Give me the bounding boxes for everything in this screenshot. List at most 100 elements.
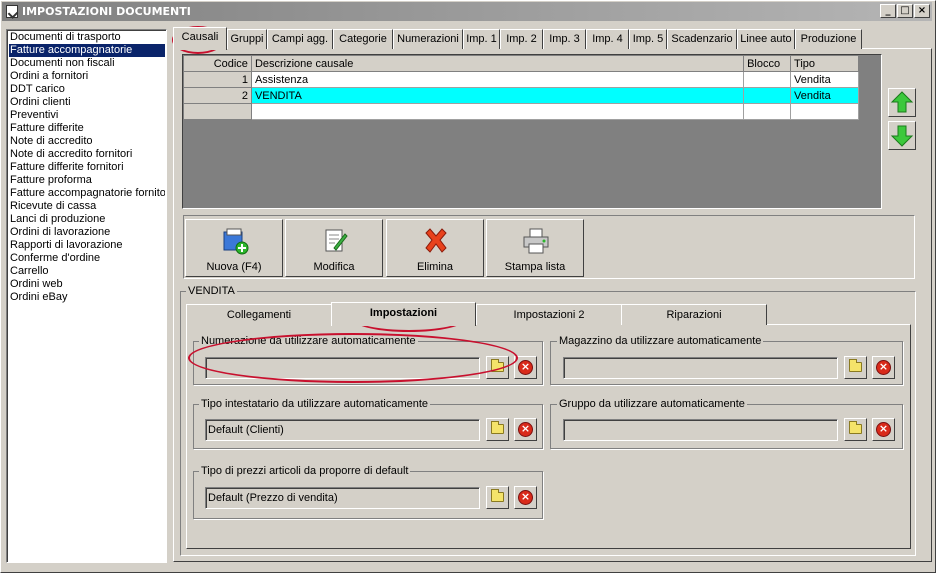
list-item[interactable]: Carrello (9, 265, 165, 278)
subtab-impostazioni-2[interactable]: Impostazioni 2 (476, 304, 622, 325)
tab-produzione[interactable]: Produzione (795, 29, 862, 49)
magazzino-browse-button[interactable] (844, 356, 867, 379)
row-descrizione[interactable]: VENDITA (250, 87, 745, 104)
folder-icon (491, 359, 504, 372)
empty-cell[interactable] (250, 103, 745, 120)
list-item[interactable]: Documenti non fiscali (9, 57, 165, 70)
row-blocco[interactable] (743, 87, 792, 104)
numerazione-field[interactable] (205, 357, 480, 379)
table-row-new[interactable] (183, 103, 859, 120)
list-item[interactable]: Note di accredito fornitori (9, 148, 165, 161)
edit-button[interactable]: Modifica (285, 219, 383, 277)
list-item[interactable]: Ricevute di cassa (9, 200, 165, 213)
gruppo-clear-button[interactable]: × (872, 418, 895, 441)
list-item[interactable]: Ordini eBay (9, 291, 165, 304)
print-list-button[interactable]: Stampa lista (486, 219, 584, 277)
list-item[interactable]: Ordini di lavorazione (9, 226, 165, 239)
numerazione-clear-button[interactable]: × (514, 356, 537, 379)
tipo-prezzi-clear-button[interactable]: × (514, 486, 537, 509)
list-item[interactable]: Ordini clienti (9, 96, 165, 109)
magazzino-field[interactable] (563, 357, 838, 379)
move-up-button[interactable] (888, 88, 916, 117)
row-indicator (183, 103, 252, 120)
subtab-impostazioni[interactable]: Impostazioni (331, 302, 476, 326)
gruppo-field[interactable] (563, 419, 838, 441)
delete-button-label: Elimina (416, 261, 454, 273)
row-blocco[interactable] (743, 71, 792, 88)
numerazione-browse-button[interactable] (486, 356, 509, 379)
tab-imp-3[interactable]: Imp. 3 (543, 29, 586, 49)
list-item[interactable]: Fatture accompagnatorie fornitori (9, 187, 165, 200)
arrow-down-icon (890, 125, 914, 147)
row-tipo[interactable]: Vendita (790, 71, 859, 88)
tab-scadenzario[interactable]: Scadenzario (667, 29, 737, 49)
magazzino-label: Magazzino da utilizzare automaticamente (557, 335, 764, 347)
tab-imp-5[interactable]: Imp. 5 (629, 29, 667, 49)
title-bar[interactable]: IMPOSTAZIONI DOCUMENTI (2, 2, 932, 21)
col-header-tipo[interactable]: Tipo (790, 55, 859, 72)
app-icon (6, 5, 18, 18)
list-item[interactable]: Conferme d'ordine (9, 252, 165, 265)
delete-button[interactable]: Elimina (386, 219, 484, 277)
col-header-codice[interactable]: Codice (183, 55, 252, 72)
print-list-button-label: Stampa lista (504, 261, 566, 273)
subtab-riparazioni[interactable]: Riparazioni (621, 304, 767, 325)
detail-group-title: VENDITA (186, 285, 237, 297)
list-item[interactable]: DDT carico (9, 83, 165, 96)
empty-cell[interactable] (743, 103, 792, 120)
row-tipo[interactable]: Vendita (790, 87, 859, 104)
tab-numerazioni[interactable]: Numerazioni (393, 29, 463, 49)
tab-imp-2[interactable]: Imp. 2 (500, 29, 543, 49)
edit-document-icon (325, 229, 348, 252)
subtab-collegamenti[interactable]: Collegamenti (186, 304, 332, 325)
list-item[interactable]: Ordini web (9, 278, 165, 291)
list-item[interactable]: Fatture differite (9, 122, 165, 135)
tab-imp-1[interactable]: Imp. 1 (463, 29, 500, 49)
row-codice[interactable]: 1 (183, 71, 252, 88)
list-item[interactable]: Documenti di trasporto (9, 31, 165, 44)
clear-x-icon: × (518, 490, 533, 505)
tipo-intestatario-field[interactable]: Default (Clienti) (205, 419, 480, 441)
list-item[interactable]: Fatture differite fornitori (9, 161, 165, 174)
clear-x-icon: × (518, 422, 533, 437)
list-item[interactable]: Lanci di produzione (9, 213, 165, 226)
tipo-intestatario-clear-button[interactable]: × (514, 418, 537, 441)
gruppo-browse-button[interactable] (844, 418, 867, 441)
list-item[interactable]: Fatture accompagnatorie (9, 44, 165, 57)
row-codice[interactable]: 2 (183, 87, 252, 104)
list-item[interactable]: Ordini a fornitori (9, 70, 165, 83)
table-row[interactable]: 2 VENDITA Vendita (183, 87, 859, 104)
new-button[interactable]: Nuova (F4) (185, 219, 283, 277)
minimize-button[interactable]: _ (880, 4, 896, 18)
tab-imp-4[interactable]: Imp. 4 (586, 29, 629, 49)
move-down-button[interactable] (888, 121, 916, 150)
clear-x-icon: × (876, 422, 891, 437)
clear-x-icon: × (518, 360, 533, 375)
tab-gruppi[interactable]: Gruppi (227, 29, 267, 49)
list-item[interactable]: Rapporti di lavorazione (9, 239, 165, 252)
numerazione-label: Numerazione da utilizzare automaticament… (199, 335, 418, 347)
close-button[interactable]: × (914, 4, 930, 18)
table-row[interactable]: 1 Assistenza Vendita (183, 71, 859, 88)
empty-cell[interactable] (790, 103, 859, 120)
tipo-prezzi-field[interactable]: Default (Prezzo di vendita) (205, 487, 480, 509)
col-header-descrizione[interactable]: Descrizione causale (250, 55, 745, 72)
tab-linee-auto[interactable]: Linee auto (737, 29, 795, 49)
new-document-icon (223, 228, 249, 255)
tab-categorie[interactable]: Categorie (333, 29, 393, 49)
list-item[interactable]: Note di accredito (9, 135, 165, 148)
list-item[interactable]: Fatture proforma (9, 174, 165, 187)
list-item[interactable]: Preventivi (9, 109, 165, 122)
magazzino-clear-button[interactable]: × (872, 356, 895, 379)
gruppo-label: Gruppo da utilizzare automaticamente (557, 398, 747, 410)
tipo-intestatario-browse-button[interactable] (486, 418, 509, 441)
causali-grid[interactable]: Codice Descrizione causale Blocco Tipo 1… (183, 55, 859, 120)
maximize-button[interactable]: □ (897, 4, 913, 18)
row-descrizione[interactable]: Assistenza (250, 71, 745, 88)
document-type-list[interactable]: Documenti di trasporto Fatture accompagna… (6, 29, 167, 563)
tipo-prezzi-browse-button[interactable] (486, 486, 509, 509)
col-header-blocco[interactable]: Blocco (743, 55, 792, 72)
folder-icon (491, 421, 504, 434)
tab-causali[interactable]: Causali (173, 27, 227, 50)
tab-campi-agg[interactable]: Campi agg. (267, 29, 333, 49)
